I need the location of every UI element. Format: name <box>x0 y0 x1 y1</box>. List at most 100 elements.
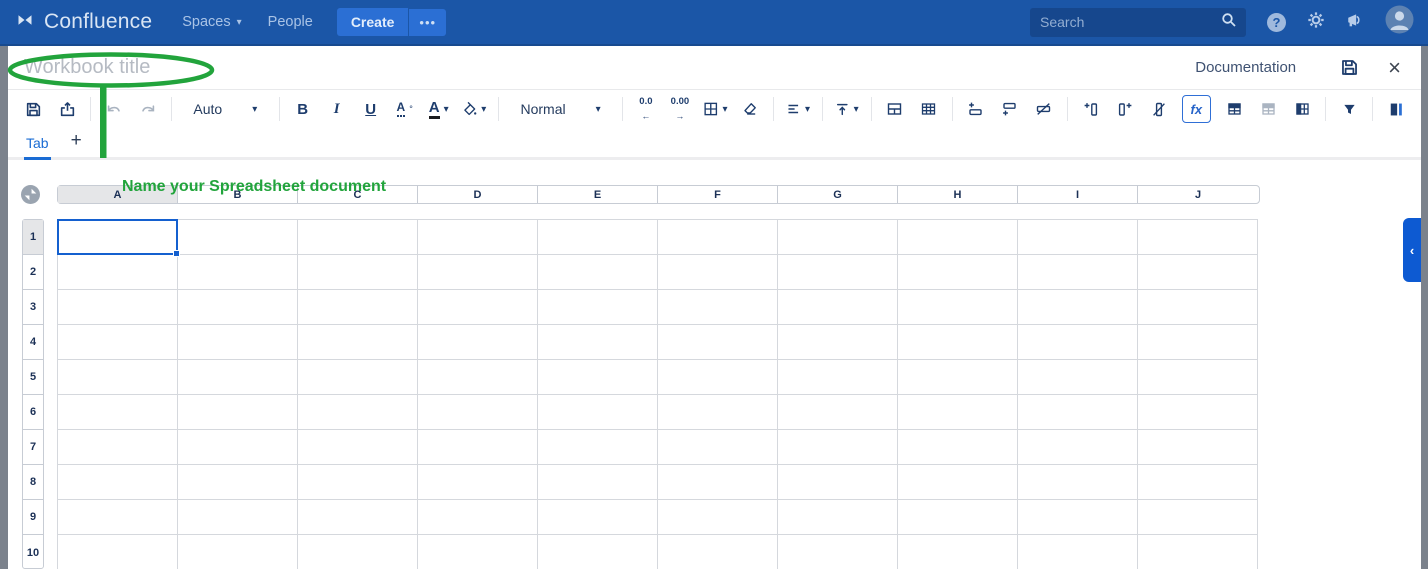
fill-color-dropdown[interactable]: ▾ <box>462 95 487 123</box>
cell-D2[interactable] <box>418 255 538 290</box>
cell-G8[interactable] <box>778 465 898 500</box>
nav-spaces[interactable]: Spaces ▾ <box>182 14 241 30</box>
column-header-F[interactable]: F <box>658 186 778 203</box>
cell-G10[interactable] <box>778 535 898 569</box>
row-header-10[interactable]: 10 <box>23 535 43 569</box>
cell-C6[interactable] <box>298 395 418 430</box>
cell-D1[interactable] <box>418 220 538 255</box>
cell-E9[interactable] <box>538 500 658 535</box>
search-icon[interactable] <box>1221 12 1237 33</box>
side-panel-toggle-icon[interactable] <box>1385 95 1407 123</box>
cell-B6[interactable] <box>178 395 298 430</box>
column-header-G[interactable]: G <box>778 186 898 203</box>
column-header-D[interactable]: D <box>418 186 538 203</box>
column-header-H[interactable]: H <box>898 186 1018 203</box>
cell-B8[interactable] <box>178 465 298 500</box>
cell-E5[interactable] <box>538 360 658 395</box>
panel-collapse-tab[interactable]: ‹ <box>1403 218 1421 282</box>
workbook-title-input[interactable] <box>24 56 584 79</box>
cell-H9[interactable] <box>898 500 1018 535</box>
insert-column-left-icon[interactable] <box>1080 95 1102 123</box>
cell-A4[interactable] <box>58 325 178 360</box>
clear-formatting-icon[interactable] <box>739 95 761 123</box>
cell-B5[interactable] <box>178 360 298 395</box>
cell-H10[interactable] <box>898 535 1018 569</box>
cell-B7[interactable] <box>178 430 298 465</box>
horizontal-align-dropdown[interactable]: ▾ <box>786 95 810 123</box>
cell-B9[interactable] <box>178 500 298 535</box>
cell-G3[interactable] <box>778 290 898 325</box>
save-icon[interactable] <box>22 95 44 123</box>
cell-J9[interactable] <box>1138 500 1258 535</box>
column-header-E[interactable]: E <box>538 186 658 203</box>
freeze-panes-icon[interactable] <box>1257 95 1279 123</box>
redo-icon[interactable] <box>137 95 159 123</box>
cell-C1[interactable] <box>298 220 418 255</box>
cell-E7[interactable] <box>538 430 658 465</box>
column-header-J[interactable]: J <box>1138 186 1258 203</box>
cell-J3[interactable] <box>1138 290 1258 325</box>
cell-G2[interactable] <box>778 255 898 290</box>
row-header-8[interactable]: 8 <box>23 465 43 500</box>
undo-icon[interactable] <box>103 95 125 123</box>
cell-I3[interactable] <box>1018 290 1138 325</box>
documentation-link[interactable]: Documentation <box>1195 59 1296 76</box>
column-header-I[interactable]: I <box>1018 186 1138 203</box>
cell-G1[interactable] <box>778 220 898 255</box>
export-icon[interactable] <box>56 95 78 123</box>
avatar[interactable] <box>1385 5 1414 39</box>
cell-F6[interactable] <box>658 395 778 430</box>
cell-I6[interactable] <box>1018 395 1138 430</box>
cell-G4[interactable] <box>778 325 898 360</box>
cell-J8[interactable] <box>1138 465 1258 500</box>
insert-row-below-icon[interactable] <box>999 95 1021 123</box>
cell-J1[interactable] <box>1138 220 1258 255</box>
cell-H3[interactable] <box>898 290 1018 325</box>
merge-cells-icon[interactable] <box>884 95 906 123</box>
delete-column-icon[interactable] <box>1148 95 1170 123</box>
cell-B10[interactable] <box>178 535 298 569</box>
cell-G7[interactable] <box>778 430 898 465</box>
close-icon[interactable]: × <box>1388 57 1401 79</box>
row-header-1[interactable]: 1 <box>23 220 43 255</box>
cell-C2[interactable] <box>298 255 418 290</box>
freeze-columns-icon[interactable] <box>1291 95 1313 123</box>
row-header-4[interactable]: 4 <box>23 325 43 360</box>
save-document-icon[interactable] <box>1338 54 1360 82</box>
cell-C10[interactable] <box>298 535 418 569</box>
cell-C4[interactable] <box>298 325 418 360</box>
cell-C8[interactable] <box>298 465 418 500</box>
cell-E3[interactable] <box>538 290 658 325</box>
formula-bar-toggle[interactable]: fx <box>1182 95 1211 123</box>
cell-D6[interactable] <box>418 395 538 430</box>
cell-A9[interactable] <box>58 500 178 535</box>
cell-D7[interactable] <box>418 430 538 465</box>
increase-decimal-button[interactable]: 0.00 → <box>669 95 691 123</box>
cell-style-dropdown[interactable]: Normal ▾ <box>511 95 610 123</box>
cell-H8[interactable] <box>898 465 1018 500</box>
cell-E4[interactable] <box>538 325 658 360</box>
insert-column-right-icon[interactable] <box>1114 95 1136 123</box>
cell-H5[interactable] <box>898 360 1018 395</box>
add-sheet-button[interactable]: + <box>71 130 82 157</box>
cell-H1[interactable] <box>898 220 1018 255</box>
row-header-3[interactable]: 3 <box>23 290 43 325</box>
cell-D8[interactable] <box>418 465 538 500</box>
search-box[interactable] <box>1030 8 1246 37</box>
cell-A7[interactable] <box>58 430 178 465</box>
cell-C5[interactable] <box>298 360 418 395</box>
filter-icon[interactable] <box>1338 95 1360 123</box>
cell-D9[interactable] <box>418 500 538 535</box>
cell-B3[interactable] <box>178 290 298 325</box>
megaphone-icon[interactable] <box>1346 11 1364 34</box>
text-rotation-button[interactable]: A° <box>394 95 416 123</box>
row-header-2[interactable]: 2 <box>23 255 43 290</box>
cell-J5[interactable] <box>1138 360 1258 395</box>
cell-A8[interactable] <box>58 465 178 500</box>
cell-A2[interactable] <box>58 255 178 290</box>
cell-I1[interactable] <box>1018 220 1138 255</box>
cell-C7[interactable] <box>298 430 418 465</box>
cell-F10[interactable] <box>658 535 778 569</box>
cell-J7[interactable] <box>1138 430 1258 465</box>
cell-H2[interactable] <box>898 255 1018 290</box>
